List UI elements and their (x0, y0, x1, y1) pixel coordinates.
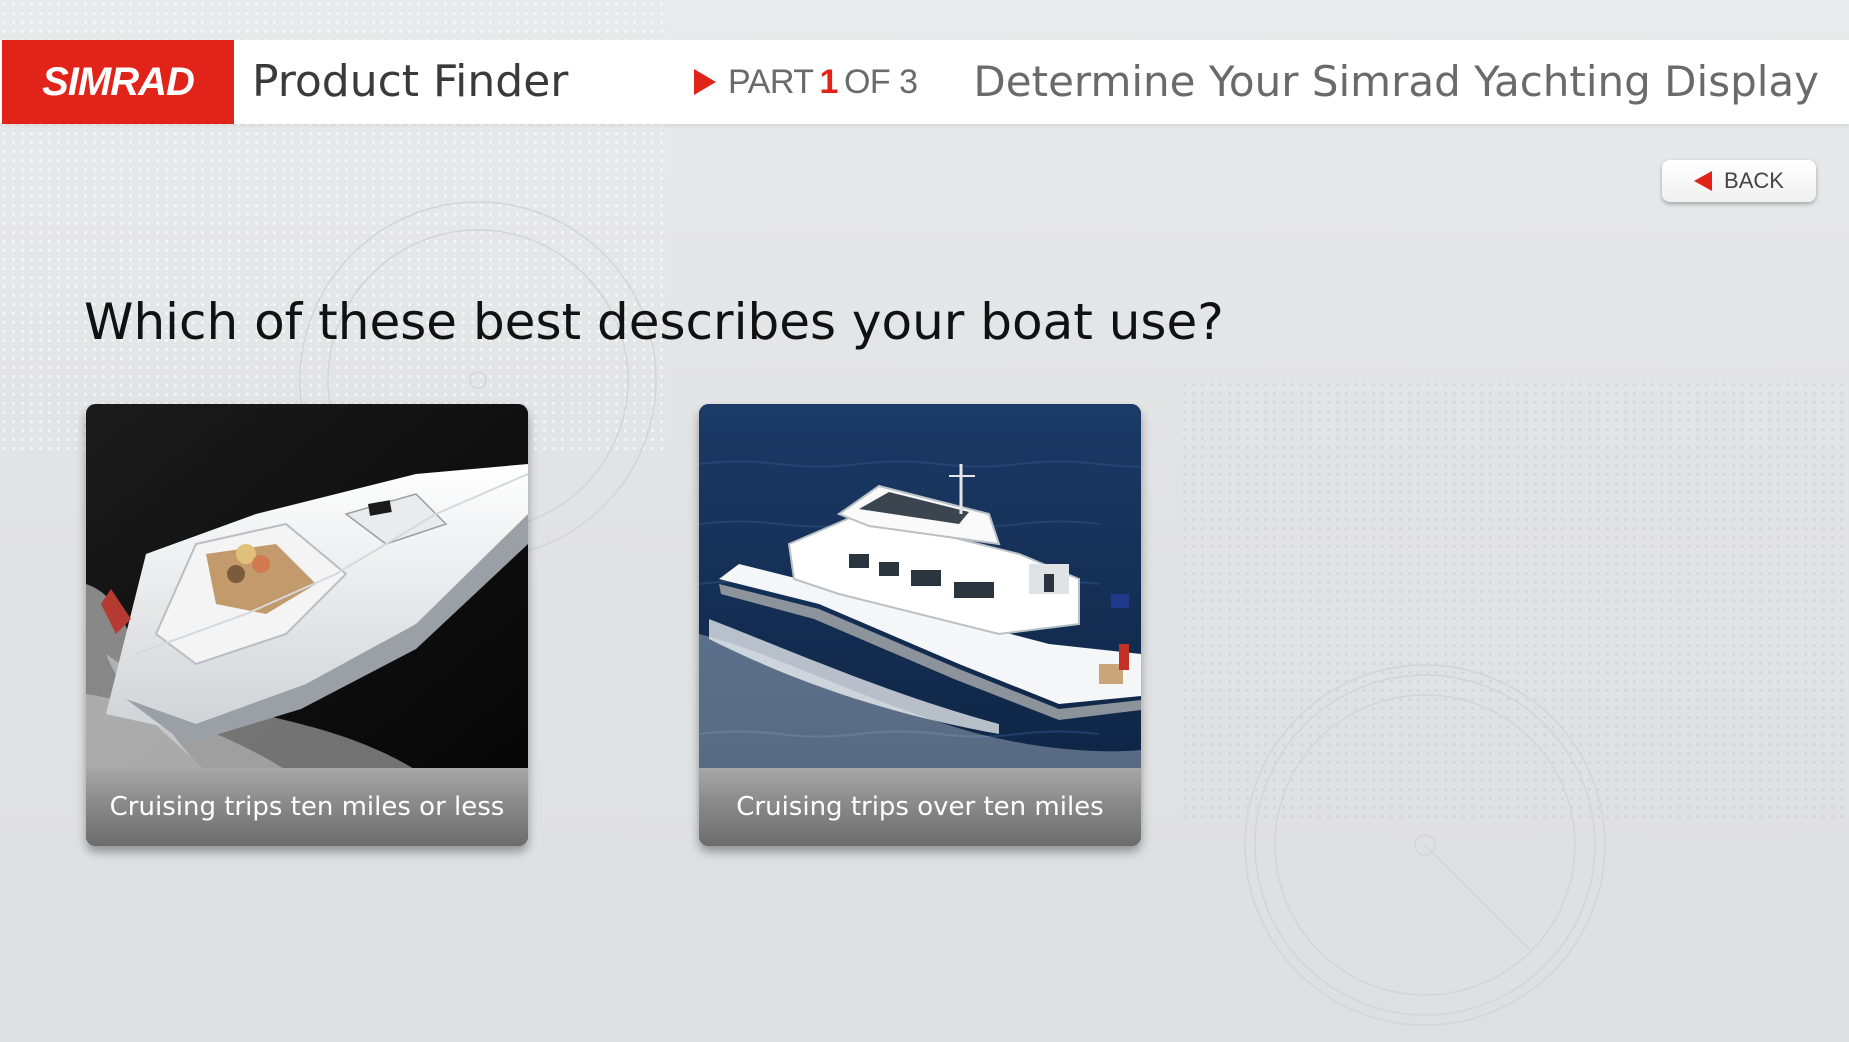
dot-pattern-right (1180, 380, 1849, 820)
step-prefix: PART (728, 62, 814, 101)
speed-boat-photo (86, 404, 528, 770)
option-card-short-trips[interactable]: Cruising trips ten miles or less (86, 404, 528, 846)
logo-text: SIMRAD (42, 59, 195, 104)
app-title: Product Finder (252, 56, 569, 107)
step-number: 1 (819, 62, 839, 101)
play-arrow-icon (694, 69, 716, 95)
option-label: Cruising trips over ten miles (699, 768, 1141, 846)
step-suffix: OF 3 (843, 62, 918, 101)
question-heading: Which of these best describes your boat … (84, 293, 1224, 351)
back-button-label: BACK (1724, 168, 1784, 193)
back-arrow-icon (1694, 171, 1713, 191)
simrad-logo[interactable]: SIMRAD (2, 40, 234, 124)
dot-pattern-left (0, 120, 670, 450)
step-indicator: PART 1 OF 3 (694, 60, 918, 104)
page-subtitle: Determine Your Simrad Yachting Display (973, 57, 1819, 106)
header-bar: SIMRAD Product Finder PART 1 OF 3 Determ… (0, 40, 1849, 124)
back-button[interactable]: BACK (1662, 160, 1816, 202)
motor-yacht-photo (699, 404, 1141, 770)
option-label: Cruising trips ten miles or less (86, 768, 528, 846)
dot-pattern-top (0, 0, 670, 40)
option-card-long-trips[interactable]: Cruising trips over ten miles (699, 404, 1141, 846)
